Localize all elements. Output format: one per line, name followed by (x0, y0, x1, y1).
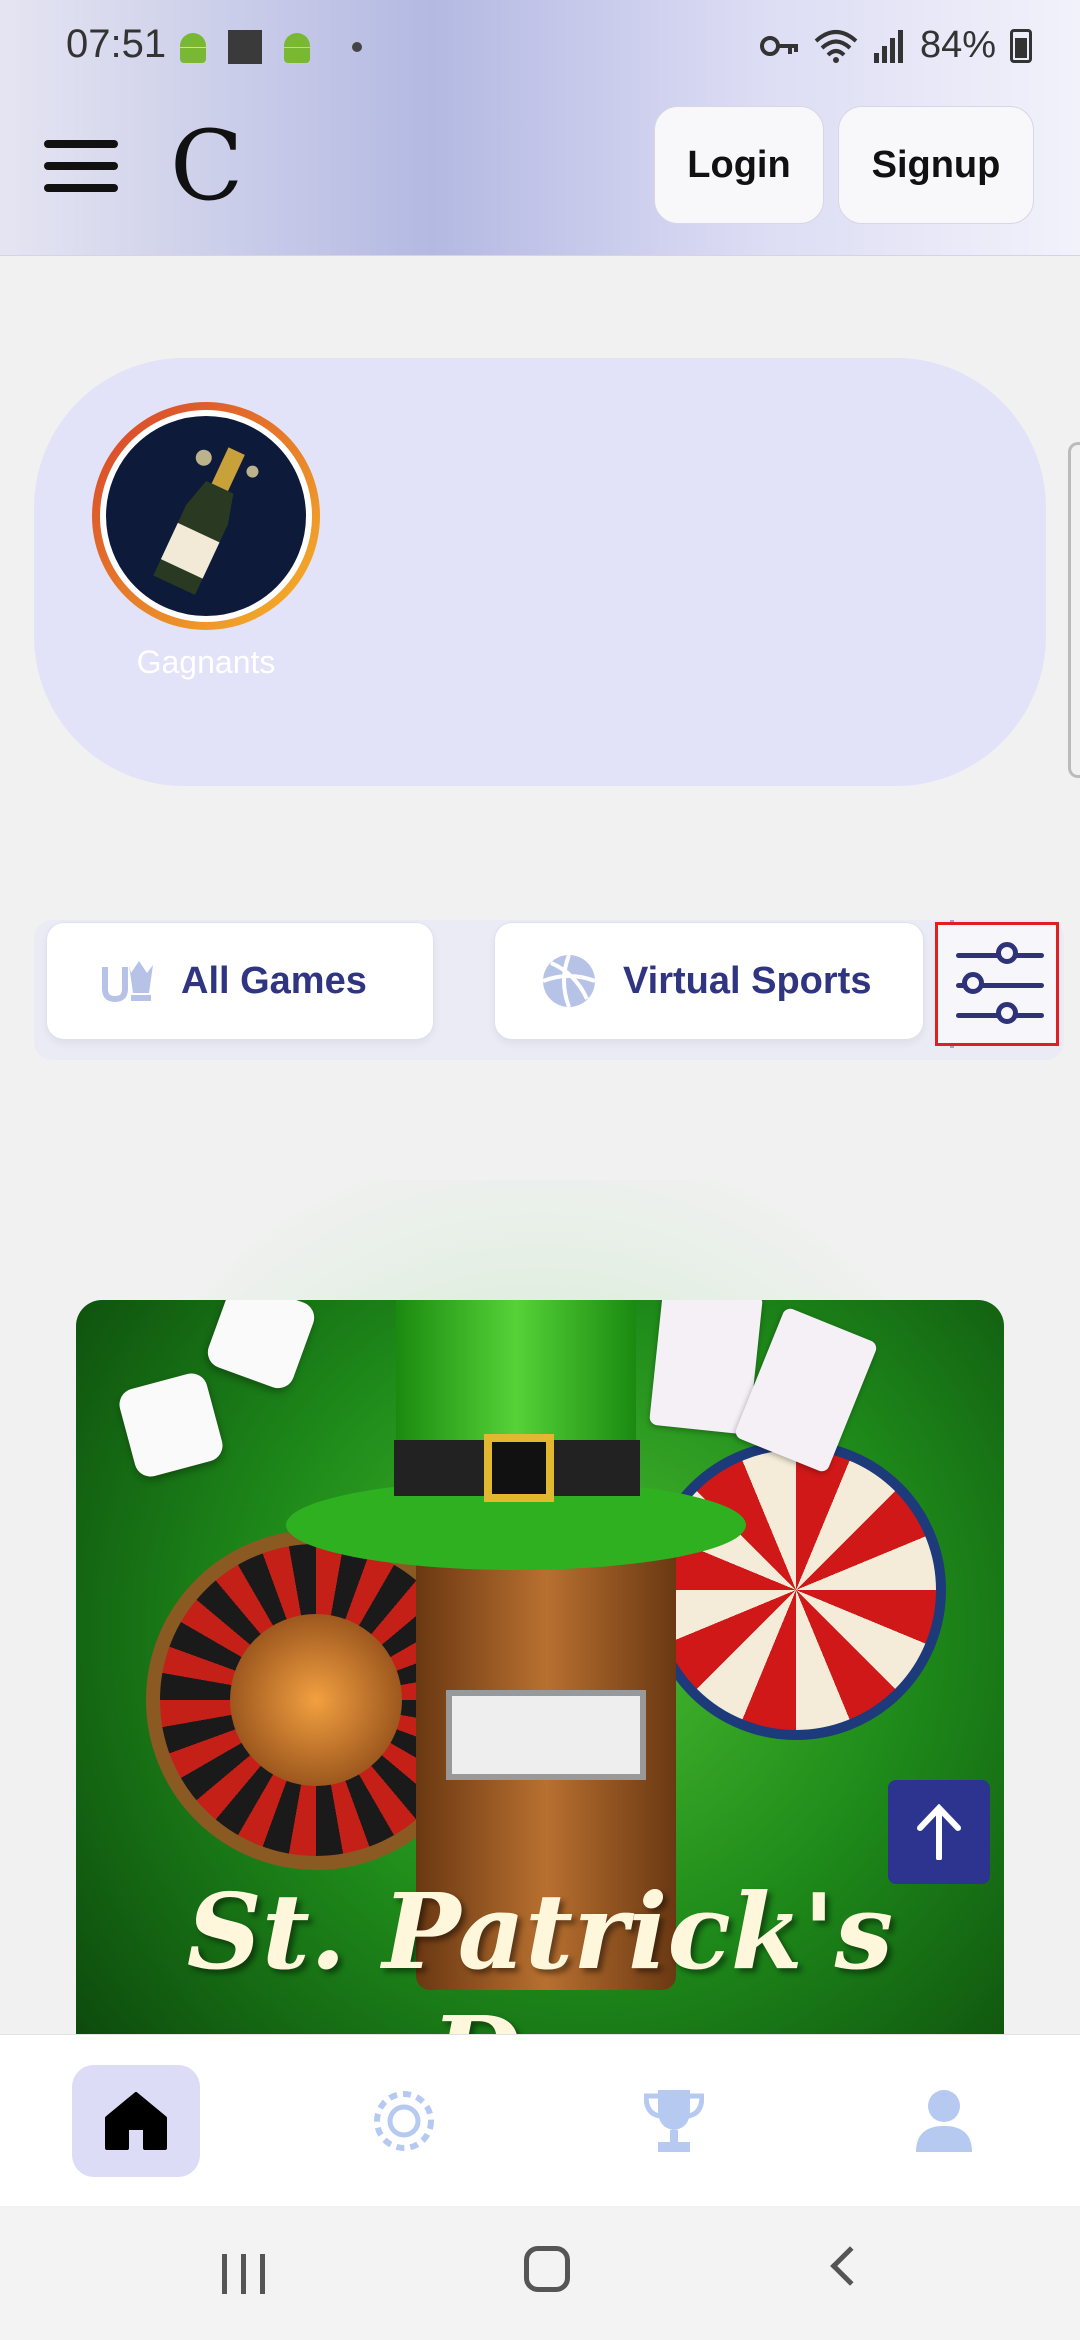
android-icon (280, 31, 314, 63)
champagne-image (100, 410, 312, 622)
story-avatar-ring (92, 402, 320, 630)
vpn-key-icon (759, 35, 798, 56)
stories-carousel: Gagnants (34, 358, 1046, 786)
login-button[interactable]: Login (654, 106, 824, 224)
arrow-up-icon (917, 1804, 961, 1860)
hat-buckle (484, 1434, 554, 1502)
wifi-icon (814, 29, 858, 63)
system-navigation-bar (0, 2206, 1080, 2340)
back-icon[interactable] (830, 2246, 870, 2286)
more-notifications-dot (352, 42, 362, 52)
battery-icon (1010, 28, 1032, 63)
dice-image (203, 1300, 319, 1393)
home-button-icon[interactable] (524, 2246, 570, 2292)
status-bar: 07:51 84% (0, 0, 1080, 90)
recent-apps-icon[interactable] (222, 2254, 265, 2294)
user-icon (916, 2090, 972, 2152)
home-icon (105, 2092, 167, 2150)
volleyball-icon (542, 954, 596, 1008)
android-icon (176, 31, 210, 63)
signup-button[interactable]: Signup (838, 106, 1034, 224)
category-bar: All Games Virtual Sports (34, 920, 1064, 1060)
nav-tournaments[interactable] (610, 2065, 738, 2177)
prize-wheel-image (646, 1440, 946, 1740)
champagne-bottle-icon (153, 447, 259, 595)
status-time: 07:51 (66, 22, 167, 66)
signal-icon (873, 29, 903, 63)
status-right-icons: 84% (759, 24, 1032, 67)
app-notification-icon (228, 30, 262, 64)
bottom-navigation (0, 2034, 1080, 2206)
promo-banner[interactable]: St. Patrick's Day (76, 1300, 1004, 2036)
scroll-to-top-button[interactable] (888, 1780, 990, 1884)
banner-title: St. Patrick's Day (186, 1870, 894, 2036)
nav-profile[interactable] (880, 2065, 1008, 2177)
app-header: 07:51 84% C Login Signup (0, 0, 1080, 256)
brand-logo[interactable]: C (170, 118, 243, 214)
nav-home[interactable] (72, 2065, 200, 2177)
category-label: Virtual Sports (623, 959, 872, 1002)
nav-casino[interactable] (340, 2065, 468, 2177)
category-label: All Games (181, 959, 367, 1002)
filter-button[interactable] (935, 922, 1059, 1046)
category-virtual-sports[interactable]: Virtual Sports (494, 922, 924, 1040)
trophy-icon (644, 2090, 704, 2152)
dice-image (115, 1369, 227, 1481)
side-drawer-handle[interactable] (1068, 442, 1080, 778)
story-label: Gagnants (136, 644, 276, 680)
battery-percent: 84% (919, 24, 996, 66)
category-all-games[interactable]: All Games (46, 922, 434, 1040)
games-icon (102, 961, 153, 1003)
notification-icons (176, 30, 362, 64)
menu-icon[interactable] (44, 140, 120, 192)
casino-chip-icon (374, 2091, 434, 2151)
story-item[interactable]: Gagnants (92, 402, 320, 681)
